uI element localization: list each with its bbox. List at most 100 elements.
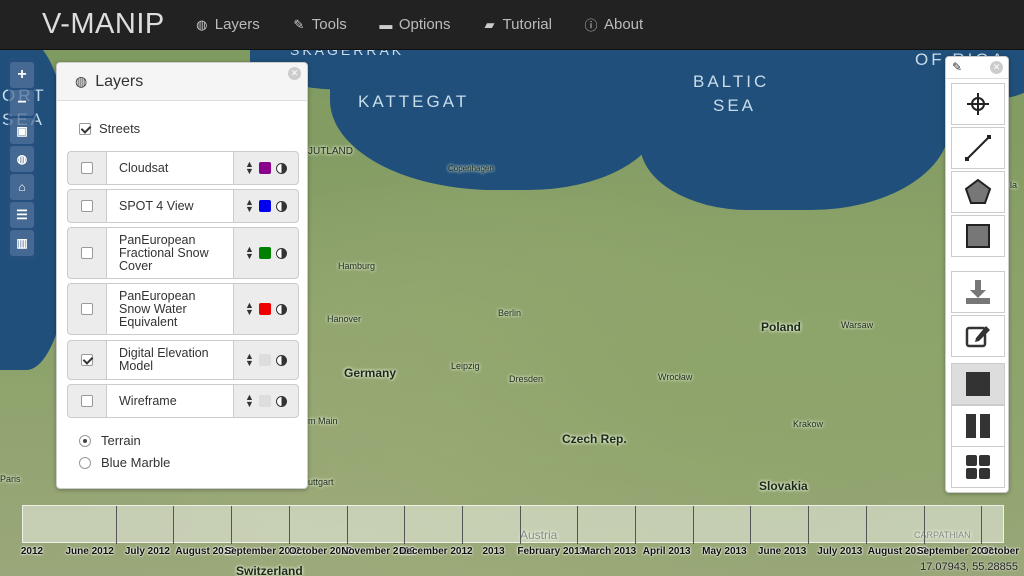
globe-button[interactable]: ◍ [10, 146, 34, 172]
layer-checkbox[interactable] [81, 162, 93, 174]
timeline-label[interactable]: June 2012 [66, 546, 114, 557]
globe-icon: ◍ [75, 73, 88, 89]
opacity-icon[interactable] [275, 303, 287, 315]
layer-checkbox[interactable] [81, 303, 93, 315]
timeline-label[interactable]: February 2013 [517, 546, 585, 557]
timeline-tick [865, 506, 867, 544]
list-button[interactable]: ☰ [10, 202, 34, 228]
map-label-slovakia: Slovakia [759, 479, 808, 493]
timeline-bar[interactable] [22, 505, 1004, 544]
color-swatch[interactable] [258, 395, 271, 407]
map-label-hamburg: Hamburg [338, 261, 376, 271]
streets-toggle[interactable]: Streets [79, 121, 140, 136]
timeline-tick [923, 506, 925, 544]
blue-marble-radio[interactable] [79, 456, 91, 469]
layer-name: Digital Elevation Model [106, 341, 234, 379]
opacity-icon[interactable] [275, 354, 287, 366]
layer-name: Cloudsat [106, 152, 234, 184]
zoom-in-button[interactable]: + [10, 62, 34, 88]
color-swatch[interactable] [258, 247, 271, 259]
info-icon: ⓘ [584, 18, 598, 33]
split-view-button[interactable] [951, 405, 1005, 447]
chart-icon: ▥ [16, 236, 28, 250]
line-tool-button[interactable] [951, 127, 1005, 169]
quad-view-button[interactable] [951, 446, 1005, 488]
layer-checkbox[interactable] [81, 200, 93, 212]
timeline-tick [692, 506, 694, 544]
opacity-icon[interactable] [275, 200, 287, 212]
reorder-icon[interactable]: ▲ ▼ [245, 301, 254, 317]
map-label-baltic-sea: SEA [713, 96, 757, 115]
close-icon[interactable]: ✕ [990, 61, 1003, 74]
base-layer-terrain[interactable]: Terrain [79, 433, 141, 448]
timeline-label[interactable]: May 2013 [702, 546, 746, 557]
map-label-wroclaw: Wrocław [658, 372, 693, 382]
layer-name: PanEuropean Fractional Snow Cover [106, 228, 234, 278]
terrain-label: Terrain [101, 433, 141, 448]
reorder-icon[interactable]: ▲ ▼ [245, 198, 254, 214]
map-toolbar: + − ▣ ◍ ⌂ ☰ ▥ [8, 58, 36, 260]
nav-tools[interactable]: ✎ Tools [276, 0, 363, 50]
layer-name: Wireframe [106, 385, 234, 417]
layer-checkbox[interactable] [81, 395, 93, 407]
zoom-in-icon: + [17, 66, 27, 83]
image-button[interactable]: ▣ [10, 118, 34, 144]
nav-about[interactable]: ⓘ About [568, 0, 659, 50]
map-label-skagerrak: SKAGERRAK [290, 50, 405, 58]
color-swatch[interactable] [258, 200, 271, 212]
split-view-icon [966, 414, 990, 438]
nav-options[interactable]: ▬ Options [363, 0, 467, 50]
crosshair-icon [967, 93, 989, 115]
opacity-icon[interactable] [275, 162, 287, 174]
map-label-germany: Germany [344, 366, 397, 380]
close-icon[interactable]: ✕ [288, 67, 301, 80]
timeline-label[interactable]: April 2013 [643, 546, 691, 557]
nav-layers[interactable]: ◍ Layers [179, 0, 276, 50]
edit-button[interactable] [951, 315, 1005, 357]
download-button[interactable] [951, 271, 1005, 313]
timeline-label[interactable]: June 2013 [758, 546, 806, 557]
color-swatch[interactable] [258, 303, 271, 315]
color-swatch[interactable] [258, 354, 271, 366]
nav-layers-label: Layers [214, 16, 260, 33]
layer-checkbox[interactable] [81, 247, 93, 259]
single-view-button[interactable] [951, 363, 1005, 405]
nav-tutorial[interactable]: ▰ Tutorial [467, 0, 568, 50]
brand-logo[interactable]: V-MANIP [42, 8, 165, 41]
zoom-out-button[interactable]: − [10, 90, 34, 116]
timeline-label[interactable]: December 2012 [399, 546, 472, 557]
map-label-krakow: Krakow [793, 419, 824, 429]
terrain-radio[interactable] [79, 434, 91, 447]
point-tool-button[interactable] [951, 83, 1005, 125]
base-layer-blue-marble[interactable]: Blue Marble [79, 455, 170, 470]
nav-tutorial-label: Tutorial [502, 16, 552, 33]
streets-checkbox[interactable] [79, 122, 91, 135]
opacity-icon[interactable] [275, 395, 287, 407]
layer-name: SPOT 4 View [106, 190, 234, 222]
polygon-icon [964, 178, 992, 204]
timeline-label[interactable]: July 2012 [125, 546, 170, 557]
map-label-baltic: BALTIC [693, 72, 770, 91]
reorder-icon[interactable]: ▲ ▼ [245, 352, 254, 368]
reorder-icon[interactable]: ▲ ▼ [245, 245, 254, 261]
timeline-tick [519, 506, 521, 544]
inbox-button[interactable]: ⌂ [10, 174, 34, 200]
polygon-tool-button[interactable] [951, 171, 1005, 213]
chart-button[interactable]: ▥ [10, 230, 34, 256]
tools-panel-header: ✎ ✕ [946, 57, 1008, 79]
map-label-czech: Czech Rep. [562, 432, 627, 446]
timeline-label[interactable]: 2013 [482, 546, 504, 557]
timeline-label[interactable]: July 2013 [817, 546, 862, 557]
timeline-label[interactable]: October [981, 546, 1019, 557]
reorder-icon[interactable]: ▲ ▼ [245, 160, 254, 176]
timeline-label[interactable]: March 2013 [582, 546, 636, 557]
opacity-icon[interactable] [275, 247, 287, 259]
blue-marble-label: Blue Marble [101, 455, 171, 470]
rectangle-tool-button[interactable] [951, 215, 1005, 257]
layer-checkbox[interactable] [81, 354, 93, 366]
reorder-icon[interactable]: ▲ ▼ [245, 393, 254, 409]
color-swatch[interactable] [258, 162, 271, 174]
timeline-label[interactable]: 2012 [21, 546, 43, 557]
timeline-tick [981, 506, 983, 544]
layer-row-snow-water: PanEuropean Snow Water Equivalent ▲ ▼ [67, 283, 299, 335]
